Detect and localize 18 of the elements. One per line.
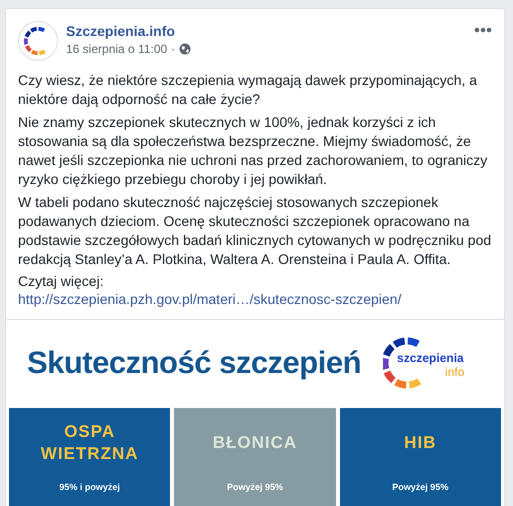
page-name[interactable]: Szczepienia.info: [66, 22, 466, 38]
separator: ·: [171, 42, 176, 56]
efficacy-text: 95% i powyżej: [59, 482, 120, 492]
vaccine-name: HIB: [404, 432, 436, 454]
infographic-title: Skuteczność szczepień: [26, 345, 362, 381]
efficacy-text: Powyżej 95%: [226, 482, 283, 492]
post-paragraph: Nie znamy szczepionek skutecznych w 100%, jednak korzyści z ich stosowania są dla społeczeństwa bezsprzeczne. Miejmy świadomość, że nawet jeśli szczepionka nie uchroni nas przed zachorowaniem, to ograniczy ryzyko ciężkiego przebiegu choroby i jej powikłań.: [18, 113, 488, 189]
post-paragraph: W tabeli podano skuteczność najczęściej stosowanych szczepionek podawanych dzieciom. Ocenę skuteczności szczepionek opracowano na podstawie szczegółowych badań klinicznych cytowanych w podręczniku pod redakcją Stanley’a A. Plotkina, Waltera A. Orensteina i Paula A. Offita.: [18, 193, 492, 269]
post-paragraph: Czy wiesz, że niektóre szczepienia wymagają dawek przypominających, a niektóre dają odporność na całe życie?: [18, 71, 478, 109]
efficacy-text: Powyżej 95%: [392, 482, 448, 492]
article-link[interactable]: http://szczepienia.pzh.gov.pl/materi…/skutecznosc-szczepien/: [18, 291, 402, 308]
globe-icon: [179, 42, 192, 54]
page-avatar[interactable]: [18, 21, 58, 61]
logo: szczepienia info: [383, 336, 484, 390]
vaccine-name: BŁONICA: [212, 432, 298, 454]
vaccine-name: OSPA WIETRZNA: [40, 421, 139, 465]
post-date[interactable]: 16 sierpnia o 11:00: [66, 42, 168, 56]
read-more-label: Czytaj więcej:: [18, 273, 105, 290]
